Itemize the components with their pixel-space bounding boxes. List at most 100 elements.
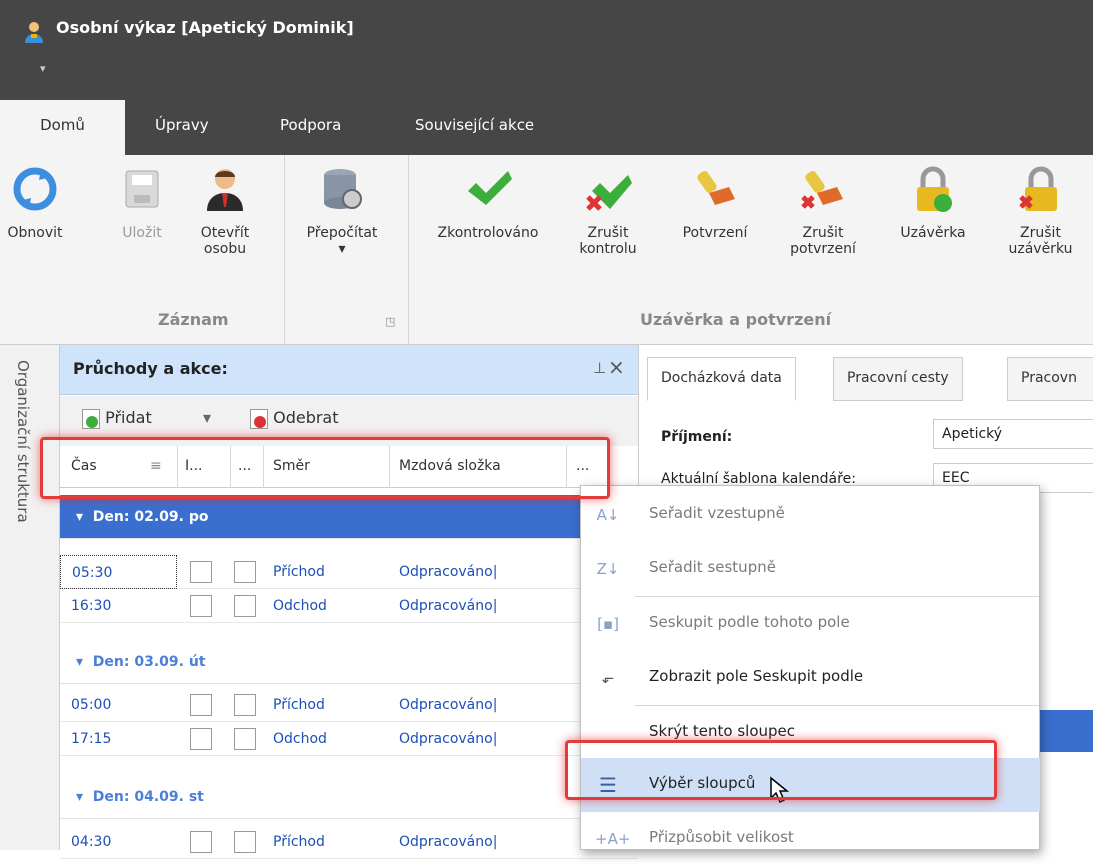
tab-pracovni-cesty[interactable]: Pracovní cesty — [833, 357, 963, 401]
add-icon — [82, 408, 100, 429]
group-launcher-icon[interactable]: ◳ — [385, 315, 395, 328]
panel-title: Průchody a akce: — [73, 359, 228, 378]
sort-ascending-icon: A↓ — [596, 506, 620, 524]
highlight-column-chooser — [565, 740, 997, 800]
checked-label: Zkontrolováno — [437, 225, 539, 241]
title-bar: Osobní výkaz [Apetický Dominik] ▾ — [0, 0, 1093, 100]
wage-cell: Odpracováno| — [399, 731, 498, 747]
checkbox[interactable] — [190, 561, 212, 583]
add-button[interactable]: Přidat — [82, 408, 152, 429]
menu-item-label: Přizpůsobit velikost — [649, 828, 794, 846]
tab-domu[interactable]: Domů — [0, 100, 125, 156]
cancel-closure-label-line2: uzávěrku — [1008, 241, 1073, 257]
closure-button[interactable]: Uzávěrka — [888, 165, 978, 241]
ribbon-separator — [284, 155, 285, 345]
recalculate-label: Přepočítat — [306, 225, 378, 241]
recalculate-button[interactable]: Přepočítat ▾ — [292, 165, 392, 257]
passages-panel: Průchody a akce: ⊥ × Přidat ▾ Odebrat Ča… — [60, 345, 638, 859]
time-cell[interactable]: 17:15 — [71, 722, 111, 756]
menu-item-best-fit[interactable]: +A+ Přizpůsobit velikost — [581, 812, 1040, 866]
menu-item-label: Seřadit sestupně — [649, 558, 776, 576]
tab-upravy[interactable]: Úpravy — [155, 116, 209, 134]
group-row[interactable]: ▾ Den: 02.09. po — [60, 495, 638, 539]
direction-cell: Příchod — [273, 834, 325, 850]
confirm-button[interactable]: Potvrzení — [665, 165, 765, 241]
tab-pracovni[interactable]: Pracovn — [1007, 357, 1093, 401]
group-label: ▾ Den: 04.09. st — [76, 789, 204, 805]
show-group-panel-icon: ⬐ — [601, 669, 615, 687]
cancel-closure-label: Zrušit — [1020, 225, 1061, 241]
surname-field[interactable]: Apetický — [933, 419, 1093, 449]
open-person-button[interactable]: Otevřít osobu — [190, 165, 260, 257]
checkbox[interactable] — [234, 728, 256, 750]
person-app-icon — [25, 22, 43, 43]
pin-icon[interactable]: ⊥ — [593, 359, 606, 377]
time-cell[interactable]: 05:30 — [60, 555, 177, 589]
cancel-check-label: Zrušit — [587, 225, 629, 241]
recalculate-dropdown-icon: ▾ — [338, 241, 346, 257]
save-button[interactable]: Uložit — [112, 165, 172, 241]
add-dropdown-icon[interactable]: ▾ — [203, 408, 211, 427]
ribbon-separator — [408, 155, 409, 345]
add-label: Přidat — [105, 408, 152, 427]
group-label: ▾ Den: 02.09. po — [76, 509, 209, 525]
refresh-icon — [13, 167, 57, 211]
table-row[interactable]: 05:30 Příchod Odpracováno| — [60, 555, 638, 589]
ribbon: Obnovit Uložit Otevřít osobu Přepočítat ▾ … — [0, 155, 1093, 345]
direction-cell: Odchod — [273, 731, 327, 747]
checked-button[interactable]: Zkontrolováno — [418, 165, 558, 241]
menu-item-sort-descending[interactable]: Z↓ Seřadit sestupně — [581, 542, 1040, 596]
time-cell[interactable]: 05:00 — [71, 688, 111, 722]
table-row[interactable]: 17:15 Odchod Odpracováno| — [60, 722, 638, 756]
group-label-zaznam: Záznam — [158, 310, 229, 329]
surname-label: Příjmení: — [661, 429, 733, 445]
group-label: ▾ Den: 03.09. út — [76, 654, 206, 670]
window-title: Osobní výkaz [Apetický Dominik] — [56, 18, 354, 37]
group-row[interactable]: ▾ Den: 03.09. út — [60, 640, 638, 684]
save-label: Uložit — [122, 225, 162, 241]
org-structure-tab[interactable]: Organizační struktura — [14, 360, 32, 523]
direction-cell: Příchod — [273, 697, 325, 713]
table-row[interactable]: 04:30 Příchod Odpracováno| — [60, 825, 638, 859]
open-person-label: Otevřít — [200, 225, 250, 241]
close-icon[interactable]: × — [608, 355, 625, 379]
menu-item-show-group-panel[interactable]: ⬐ Zobrazit pole Seskupit podle — [581, 651, 1040, 705]
menu-item-sort-ascending[interactable]: A↓ Seřadit vzestupně — [581, 488, 1040, 542]
confirm-label: Potvrzení — [682, 225, 748, 241]
time-cell[interactable]: 16:30 — [71, 589, 111, 623]
direction-cell: Odchod — [273, 598, 327, 614]
cancel-check-button[interactable]: Zrušit kontrolu — [572, 165, 644, 257]
tab-podpora[interactable]: Podpora — [280, 116, 341, 134]
wage-cell: Odpracováno| — [399, 834, 498, 850]
quick-access-dropdown-icon[interactable]: ▾ — [40, 62, 46, 75]
checkbox[interactable] — [190, 595, 212, 617]
table-row[interactable]: 05:00 Příchod Odpracováno| — [60, 688, 638, 722]
best-fit-icon: +A+ — [595, 830, 631, 848]
cancel-confirm-label: Zrušit — [802, 225, 844, 241]
tab-souvisejici-akce[interactable]: Související akce — [415, 116, 534, 134]
ribbon-tabs: Domů Úpravy Podpora Související akce — [0, 100, 1093, 156]
refresh-button[interactable]: Obnovit — [0, 165, 70, 241]
direction-cell: Příchod — [273, 564, 325, 580]
checkbox[interactable] — [190, 728, 212, 750]
time-cell[interactable]: 04:30 — [71, 825, 111, 859]
lock-icon — [917, 166, 952, 212]
tab-dochazkova-data[interactable]: Docházková data — [647, 357, 796, 401]
panel-header: Průchody a akce: ⊥ × — [60, 345, 638, 395]
cancel-confirm-label-line2: potvrzení — [790, 241, 856, 257]
checkbox[interactable] — [234, 694, 256, 716]
group-row[interactable]: ▾ Den: 04.09. st — [60, 775, 638, 819]
menu-item-label: Zobrazit pole Seskupit podle — [649, 667, 864, 685]
cancel-confirm-button[interactable]: Zrušit potvrzení — [778, 165, 868, 257]
refresh-label: Obnovit — [7, 225, 63, 241]
checkbox[interactable] — [234, 595, 256, 617]
remove-button[interactable]: Odebrat — [250, 408, 339, 429]
closure-label: Uzávěrka — [900, 225, 966, 241]
cancel-closure-button[interactable]: Zrušit uzávěrku — [993, 165, 1088, 257]
checkbox[interactable] — [190, 694, 212, 716]
menu-item-group-by[interactable]: [▪] Seskupit podle tohoto pole — [581, 597, 1040, 651]
person-icon — [207, 169, 243, 211]
table-row[interactable]: 16:30 Odchod Odpracováno| — [60, 589, 638, 623]
cancel-check-icon — [586, 175, 632, 211]
checkbox[interactable] — [234, 561, 256, 583]
